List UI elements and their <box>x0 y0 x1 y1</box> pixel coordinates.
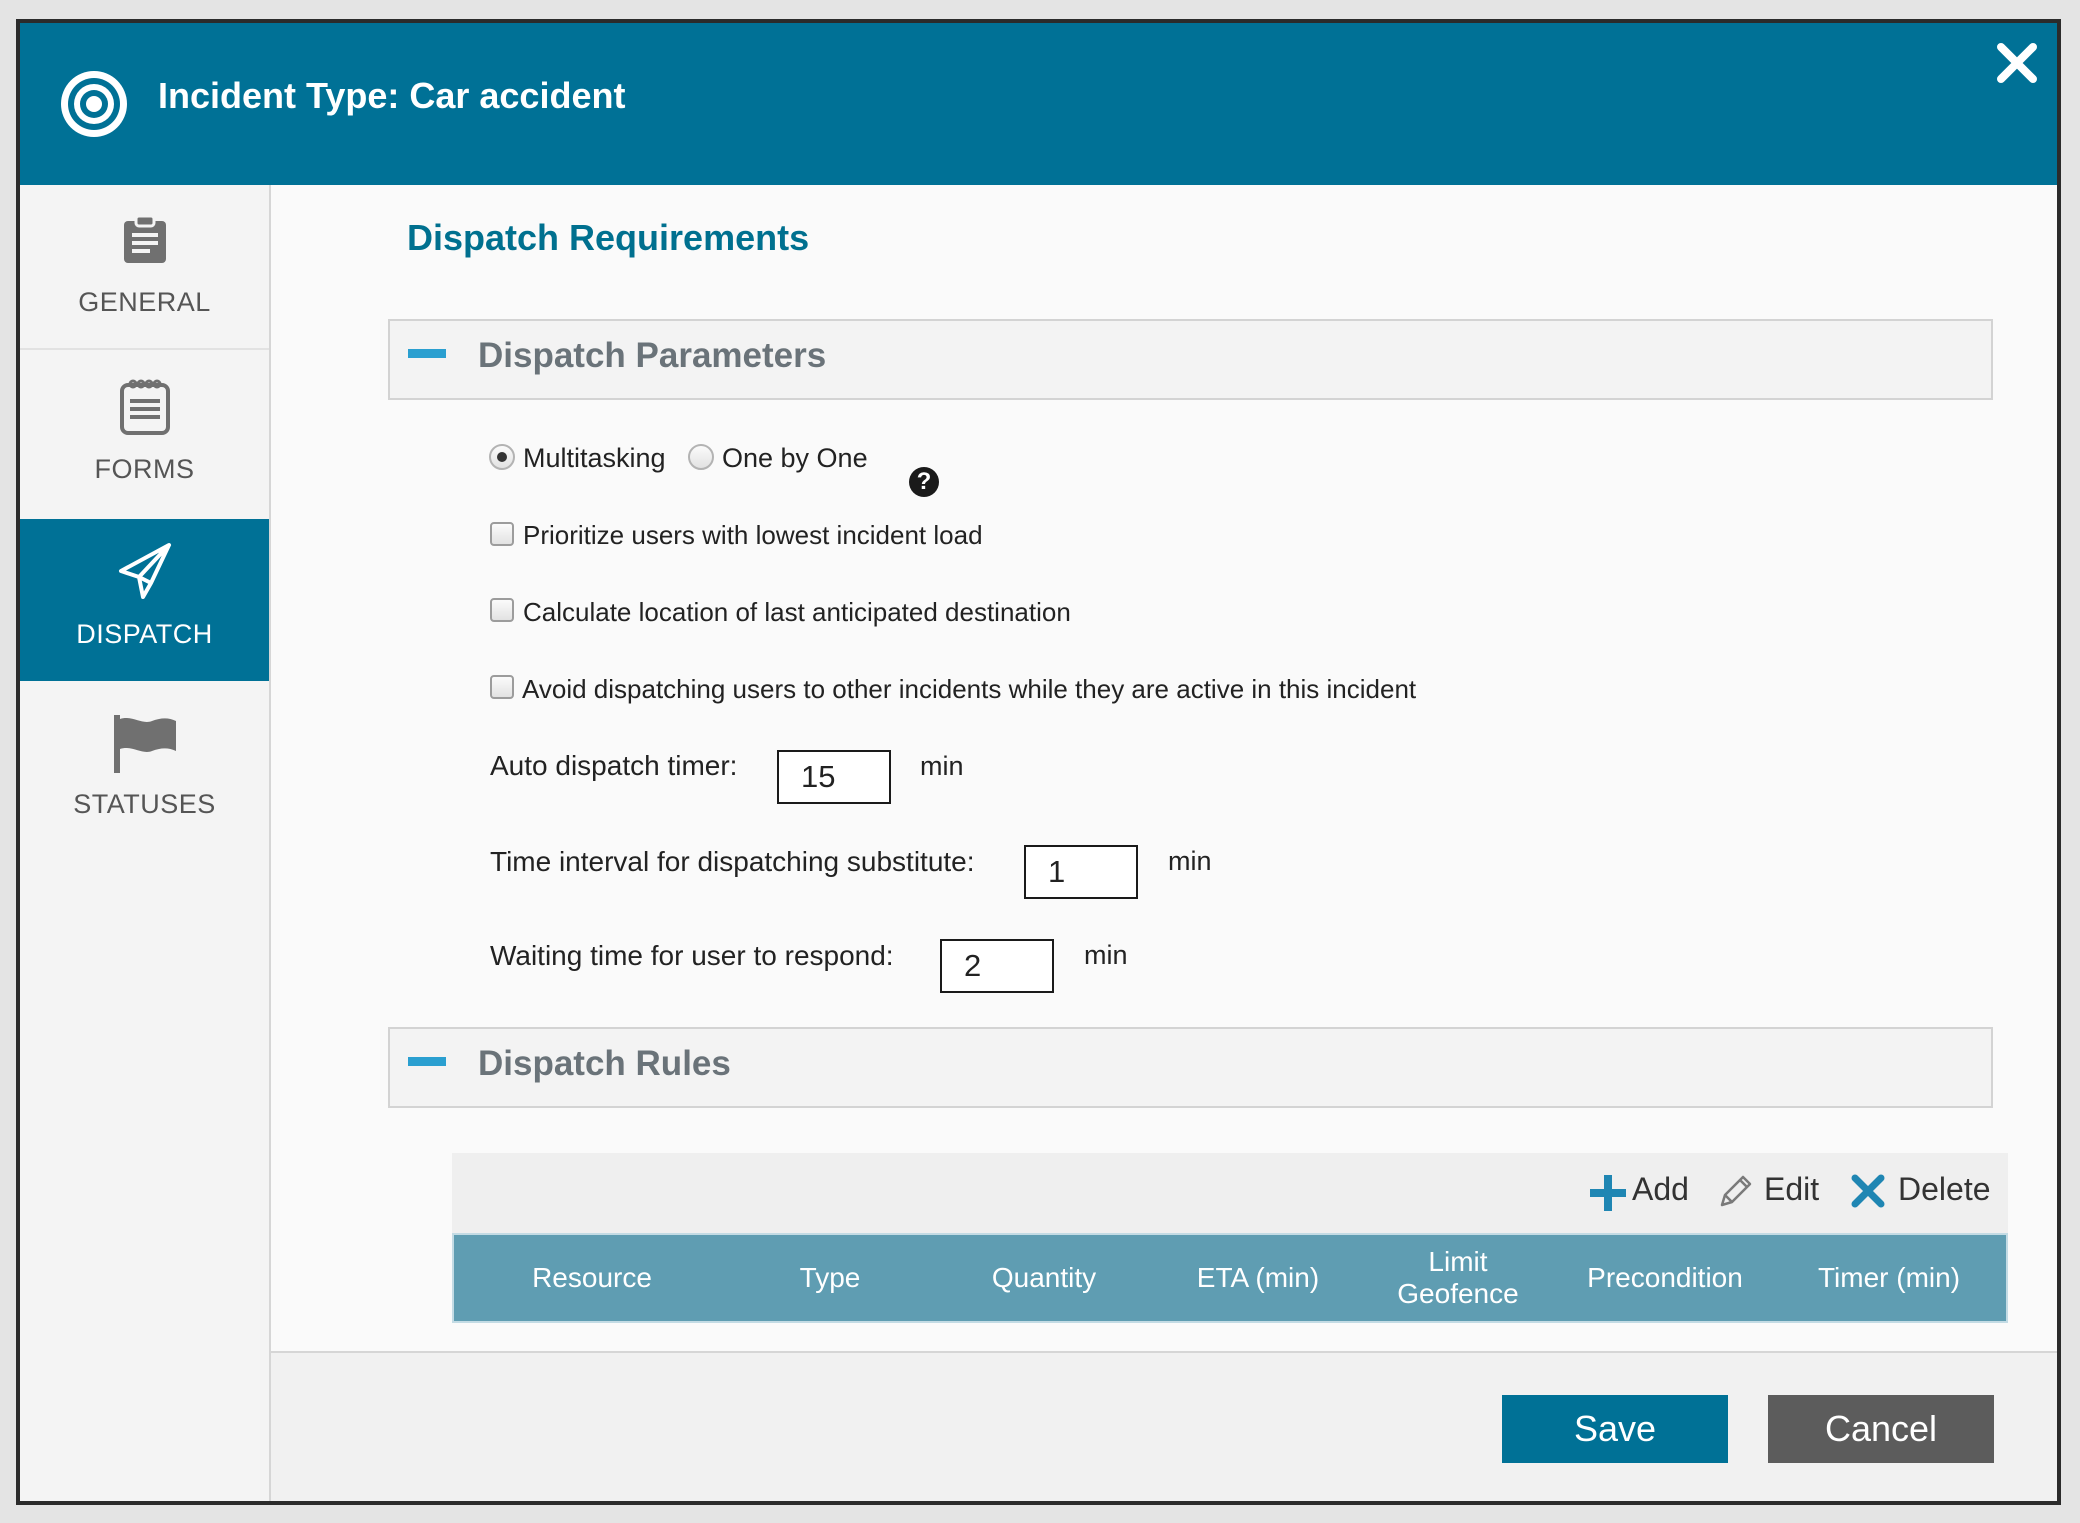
column-header-resource[interactable]: Resource <box>454 1235 730 1321</box>
column-header-quantity[interactable]: Quantity <box>930 1235 1158 1321</box>
delete-x-icon <box>1851 1174 1885 1208</box>
help-icon[interactable]: ? <box>909 467 939 497</box>
dialog-title: Incident Type: Car accident <box>158 75 626 116</box>
close-icon[interactable] <box>1995 41 2039 85</box>
unit-label: min <box>1084 940 1128 970</box>
panel-title: Dispatch Rules <box>478 1044 731 1083</box>
sidebar-nav: GENERAL FORMS DISPATCH STATUSES <box>20 185 271 1501</box>
cancel-button[interactable]: Cancel <box>1768 1395 1994 1463</box>
dispatch-rules-header[interactable]: Dispatch Rules <box>388 1027 1993 1108</box>
auto-dispatch-input[interactable] <box>777 750 891 804</box>
radio-selected-dot <box>497 452 507 462</box>
avoid-dispatching-checkbox[interactable] <box>490 675 514 699</box>
add-label: Add <box>1632 1171 1689 1207</box>
notepad-icon <box>119 379 170 435</box>
one-by-one-label: One by One <box>722 443 868 473</box>
collapse-icon <box>408 349 446 358</box>
flag-icon <box>113 715 176 773</box>
multitasking-label: Multitasking <box>523 443 666 473</box>
waiting-time-input[interactable] <box>940 939 1054 993</box>
sidebar-item-statuses[interactable]: STATUSES <box>20 683 269 843</box>
pencil-icon <box>1720 1175 1752 1207</box>
column-header-limit-geofence[interactable]: Limit Geofence <box>1358 1235 1558 1321</box>
dialog-header: Incident Type: Car accident <box>20 23 2057 185</box>
dispatch-parameters-header[interactable]: Dispatch Parameters <box>388 319 1993 400</box>
clipboard-icon <box>123 215 166 263</box>
rules-table-header: Resource Type Quantity ETA (min) Limit G… <box>452 1233 2008 1323</box>
auto-dispatch-label: Auto dispatch timer: <box>490 750 738 781</box>
calculate-location-label: Calculate location of last anticipated d… <box>523 597 1071 627</box>
column-header-type[interactable]: Type <box>730 1235 930 1321</box>
substitute-interval-label: Time interval for dispatching substitute… <box>490 846 975 877</box>
column-header-timer[interactable]: Timer (min) <box>1772 1235 2006 1321</box>
sidebar-item-label: STATUSES <box>73 789 216 819</box>
sidebar-item-dispatch[interactable]: DISPATCH <box>20 519 269 681</box>
sidebar-item-label: FORMS <box>94 454 195 484</box>
column-header-precondition[interactable]: Precondition <box>1558 1235 1772 1321</box>
target-icon <box>61 71 127 137</box>
panel-title: Dispatch Parameters <box>478 336 827 375</box>
waiting-time-label: Waiting time for user to respond: <box>490 940 894 971</box>
paper-plane-icon <box>118 543 171 599</box>
avoid-dispatching-label: Avoid dispatching users to other inciden… <box>522 674 1417 704</box>
unit-label: min <box>920 751 964 781</box>
sidebar-item-general[interactable]: GENERAL <box>20 185 269 350</box>
plus-icon <box>1590 1175 1626 1211</box>
rules-toolbar: Add Edit Delete <box>452 1153 2008 1233</box>
dialog-footer: Save Cancel <box>271 1351 2057 1501</box>
unit-label: min <box>1168 846 1212 876</box>
prioritize-label: Prioritize users with lowest incident lo… <box>523 520 983 550</box>
collapse-icon <box>408 1057 446 1066</box>
one-by-one-radio[interactable] <box>688 444 714 470</box>
substitute-interval-input[interactable] <box>1024 845 1138 899</box>
sidebar-item-label: GENERAL <box>78 287 211 317</box>
save-button[interactable]: Save <box>1502 1395 1728 1463</box>
sidebar-item-forms[interactable]: FORMS <box>20 350 269 517</box>
multitasking-radio[interactable] <box>489 444 515 470</box>
section-title: Dispatch Requirements <box>407 217 810 258</box>
calculate-location-checkbox[interactable] <box>490 598 514 622</box>
delete-label: Delete <box>1898 1171 1991 1207</box>
prioritize-checkbox[interactable] <box>490 522 514 546</box>
sidebar-item-label: DISPATCH <box>76 619 213 649</box>
incident-type-dialog: Incident Type: Car accident GENERAL FORM… <box>16 19 2061 1505</box>
column-header-eta[interactable]: ETA (min) <box>1158 1235 1358 1321</box>
edit-label: Edit <box>1764 1171 1820 1207</box>
